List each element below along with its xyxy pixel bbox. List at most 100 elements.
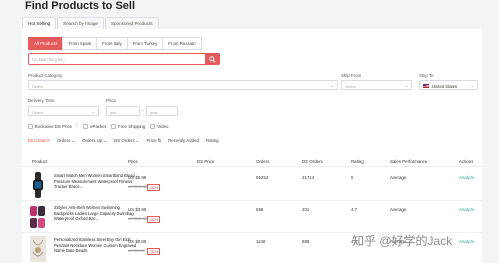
sort-bar: Best Match Orders⌄ Orders Up⌄ DS Orders⌄… xyxy=(28,138,226,144)
filter-options: Exclusive DS Price ⓘ ePacket Free Shippin… xyxy=(28,123,173,129)
ds-orders-value: 886 xyxy=(302,239,310,244)
ds-orders-value: 21714 xyxy=(302,175,315,180)
main-panel: All Products From Spain From Italy From … xyxy=(22,29,482,263)
sort-best-match[interactable]: Best Match xyxy=(28,138,50,144)
sort-recently-added[interactable]: Recently Added xyxy=(168,138,199,144)
table-row[interactable]: Smart Watch Men Women Smartband Blood Pr… xyxy=(22,169,482,201)
ship-to-label: Ship To xyxy=(419,73,434,78)
chevron-down-icon: ⌄ xyxy=(135,138,140,143)
checkbox[interactable] xyxy=(28,123,33,129)
discount-badge: -60% xyxy=(147,184,161,191)
chevron-down-icon: ⌄ xyxy=(330,83,334,88)
table-row[interactable]: 4Styles Anti-theft Women Swimming Backpa… xyxy=(22,201,482,233)
discount-badge: -30% xyxy=(147,248,161,255)
search-input[interactable]: I'm searching for... xyxy=(28,53,220,65)
category-from-turkey[interactable]: From Turkey xyxy=(126,37,164,50)
product-thumbnail-necklace[interactable] xyxy=(30,236,46,262)
orders-value: 55254 xyxy=(256,175,269,180)
sort-rating[interactable]: Rating xyxy=(206,138,219,144)
option-free-shipping[interactable]: Free Shipping xyxy=(110,123,146,129)
col-rating: Rating xyxy=(351,159,364,164)
option-video[interactable]: Video xyxy=(150,123,168,129)
product-thumbnail-backpack[interactable] xyxy=(30,204,46,230)
tab-sponsored-products[interactable]: Sponsored Products xyxy=(104,17,159,29)
price-max-placeholder: max xyxy=(150,109,158,115)
sort-label: DS Orders xyxy=(114,138,135,143)
col-ds-orders: DS Orders xyxy=(302,159,323,164)
original-price: US $12.68 xyxy=(128,216,147,221)
option-label: Free Shipping xyxy=(117,123,146,129)
col-product: Product xyxy=(32,159,48,164)
tab-bar: Hot Selling Search by Image Sponsored Pr… xyxy=(22,17,160,29)
product-price: US $3.98 xyxy=(128,207,147,212)
product-category-label: Product Category xyxy=(28,73,63,78)
info-icon: ⓘ xyxy=(74,123,79,128)
delivery-time-label: Delivery Time xyxy=(28,98,55,103)
col-price: Price xyxy=(128,159,139,164)
category-from-spain[interactable]: From Spain xyxy=(62,37,98,50)
ds-orders-value: 201 xyxy=(302,207,310,212)
product-price: US $5.99 xyxy=(128,175,147,180)
category-all-products[interactable]: All Products xyxy=(28,37,64,50)
option-exclusive-ds-price[interactable]: Exclusive DS Price ⓘ xyxy=(28,123,78,129)
col-actions: Actions xyxy=(459,159,474,164)
price-dash: - xyxy=(142,108,144,113)
price-min-placeholder: min xyxy=(110,109,117,115)
sort-label: Orders xyxy=(56,138,71,143)
option-epacket[interactable]: ePacket xyxy=(83,123,106,129)
search-placeholder: I'm searching for... xyxy=(32,57,67,62)
original-price: US $1.25 xyxy=(128,248,145,253)
orders-value: 596 xyxy=(256,207,264,212)
analyze-link[interactable]: Analyze xyxy=(459,175,475,180)
ship-from-placeholder: Select xyxy=(345,83,357,89)
option-label: Video xyxy=(157,123,169,129)
price-max-input[interactable]: max xyxy=(146,106,178,116)
sort-label: Price xyxy=(146,138,157,143)
chevron-down-icon: ⌄ xyxy=(91,109,95,114)
option-label: Exclusive DS Price xyxy=(35,123,73,129)
ship-to-select[interactable]: United States ⌄ xyxy=(419,80,478,90)
search-button[interactable] xyxy=(205,53,220,65)
delivery-time-placeholder: Select xyxy=(32,109,44,115)
us-flag-icon xyxy=(423,84,429,88)
category-from-italy[interactable]: From Italy xyxy=(96,37,128,50)
product-name[interactable]: Personalized Stainless Steel Boy Girl Ki… xyxy=(54,237,139,254)
ship-from-label: Ship From xyxy=(341,73,362,78)
chevron-down-icon: ⌄ xyxy=(470,83,474,88)
sort-label: Orders Up xyxy=(82,138,103,143)
product-name[interactable]: 4Styles Anti-theft Women Swimming Backpa… xyxy=(54,205,139,222)
category-from-russian[interactable]: From Russian xyxy=(162,37,202,50)
checkbox[interactable] xyxy=(83,123,89,129)
rating-value: 4.7 xyxy=(351,207,358,212)
tab-hot-selling[interactable]: Hot Selling xyxy=(22,17,57,29)
sales-performance-value: Average xyxy=(390,175,407,180)
tab-search-by-image[interactable]: Search by Image xyxy=(57,17,104,29)
sort-price[interactable]: Price⇅ xyxy=(146,138,161,144)
category-tabs: All Products From Spain From Italy From … xyxy=(28,37,202,50)
sort-arrows-icon: ⇅ xyxy=(157,138,162,143)
delivery-time-select[interactable]: Select ⌄ xyxy=(28,106,99,116)
product-name[interactable]: Smart Watch Men Women Smartband Blood Pr… xyxy=(54,173,139,190)
price-label: Price xyxy=(106,98,117,103)
page-title: Find Products to Sell xyxy=(25,0,136,12)
checkbox[interactable] xyxy=(150,123,156,129)
product-category-select[interactable]: Select ⌄ xyxy=(28,80,338,90)
original-price: US $15.88 xyxy=(128,184,147,189)
analyze-link[interactable]: Analyze xyxy=(459,239,475,244)
discount-badge: -60% xyxy=(147,216,161,223)
col-ds-price: DS Price xyxy=(197,159,215,164)
ship-from-select[interactable]: Select ⌄ xyxy=(341,80,412,90)
sales-performance-value: Average xyxy=(390,207,407,212)
table-header: Product Price DS Price Orders DS Orders … xyxy=(22,158,482,167)
sort-orders[interactable]: Orders⌄ xyxy=(57,138,75,144)
checkbox[interactable] xyxy=(110,123,116,129)
price-min-input[interactable]: min xyxy=(106,106,140,116)
ship-to-value: United States xyxy=(432,83,458,89)
analyze-link[interactable]: Analyze xyxy=(459,207,475,212)
sort-orders-up[interactable]: Orders Up⌄ xyxy=(82,138,107,144)
search-icon xyxy=(209,55,216,63)
col-orders: Orders xyxy=(256,159,270,164)
watermark-text: 知乎 @好学的Jack xyxy=(352,234,453,248)
product-thumbnail-smartwatch[interactable] xyxy=(30,172,46,198)
sort-ds-orders[interactable]: DS Orders⌄ xyxy=(114,138,139,144)
